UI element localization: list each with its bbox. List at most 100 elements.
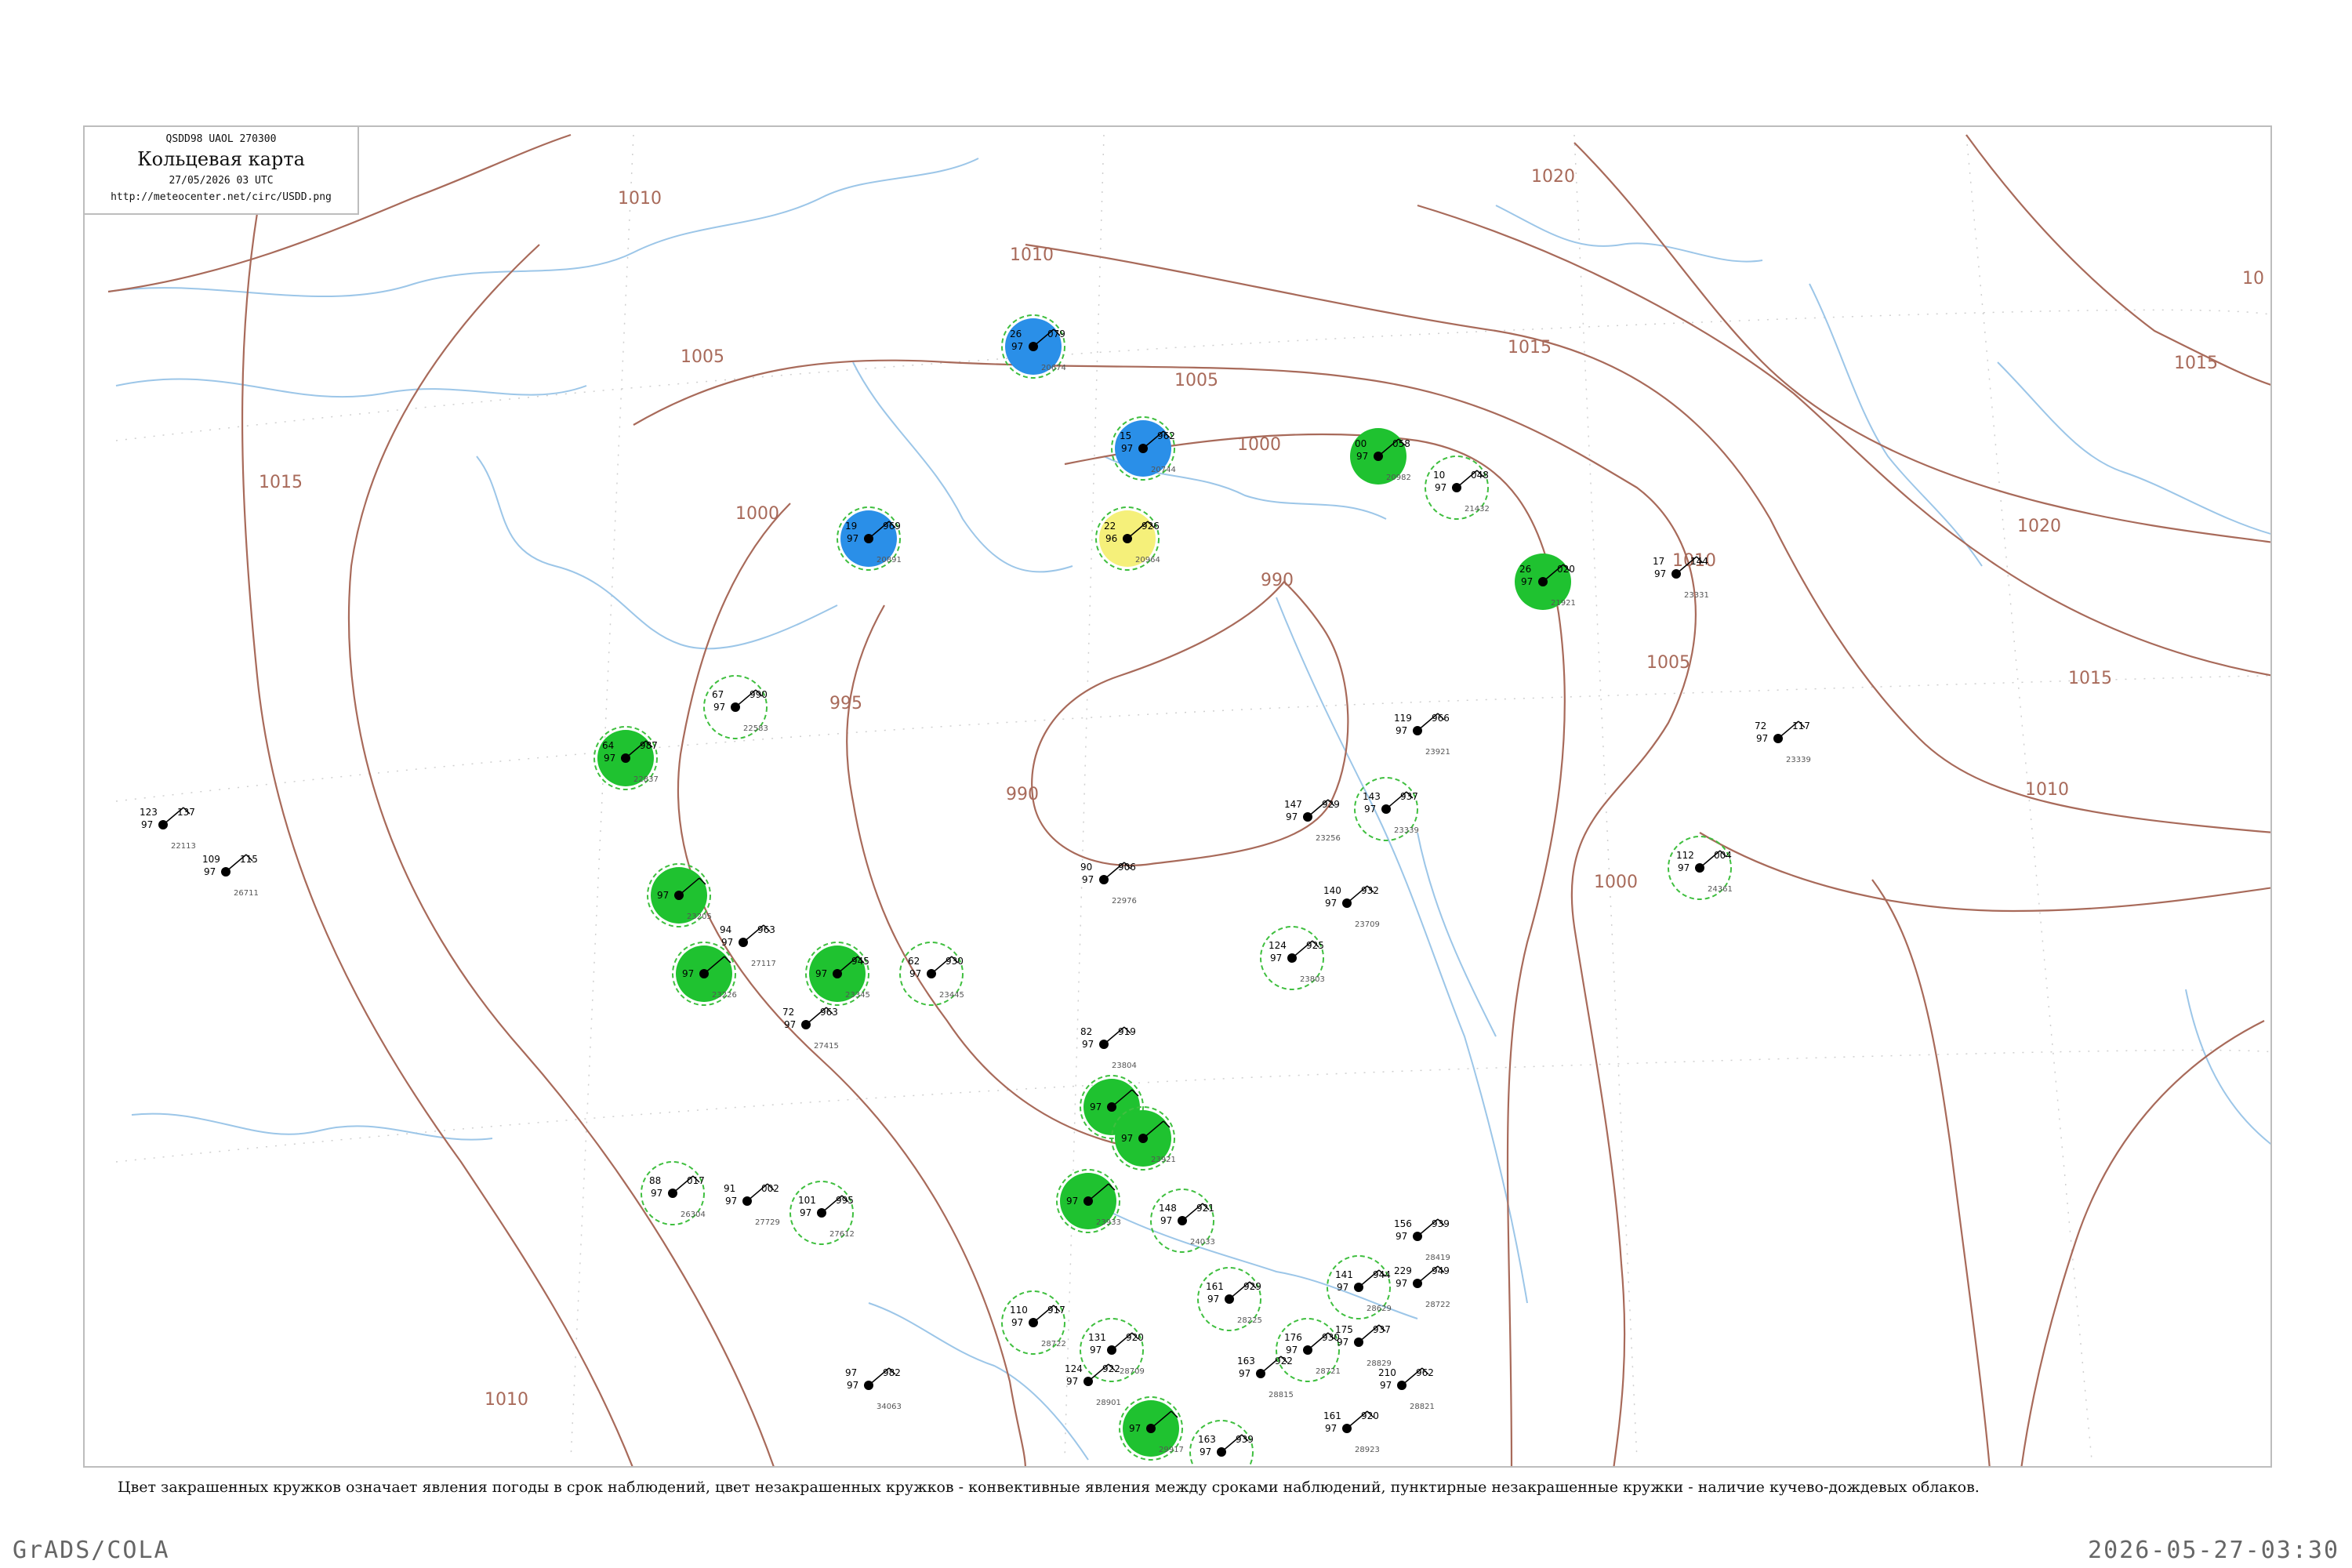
station-cloud-cover: 97 <box>1129 1423 1141 1434</box>
station[interactable]: 962 210 97 28821 <box>1378 1367 1435 1411</box>
station[interactable]: 017 88 97 26304 <box>641 1161 706 1225</box>
station[interactable]: 969 1997 20891 <box>837 506 902 571</box>
station[interactable]: 117 72 97 23339 <box>1755 720 1811 764</box>
station-temperature: 15 <box>1120 430 1131 441</box>
station[interactable]: 020 2697 21921 <box>1515 554 1576 610</box>
station-index: 21921 <box>1551 599 1576 608</box>
station[interactable]: 962 15 97 20744 <box>1111 416 1176 481</box>
isobar-label: 990 <box>1261 571 1294 590</box>
isobar-label: 990 <box>1006 785 1039 804</box>
station-temperature: 140 <box>1323 885 1341 896</box>
station[interactable]: 922 124 97 28901 <box>1065 1363 1121 1407</box>
isobar-label: 1000 <box>735 504 779 524</box>
station-index: 27415 <box>814 1042 839 1051</box>
station-pressure: 920 <box>1126 1332 1144 1343</box>
station[interactable]: 9301769728721 <box>1276 1318 1341 1382</box>
isobar-label: 995 <box>829 694 862 713</box>
station[interactable]: 920 161 97 28923 <box>1323 1410 1380 1454</box>
station[interactable]: 137 12397 22113 <box>140 807 196 851</box>
station[interactable]: 929 14797 23256 <box>1284 799 1341 843</box>
map-title-box: QSDD98 UAOL 270300 Кольцевая карта 27/05… <box>85 127 359 215</box>
station-index: 22837 <box>633 775 659 784</box>
station[interactable]: 917 11097 28722 <box>1001 1290 1066 1355</box>
isobar-1005-e <box>1699 832 2270 913</box>
station[interactable]: 002 91 97 27729 <box>724 1183 780 1227</box>
station[interactable]: 004 11297 24361 <box>1668 836 1733 900</box>
station[interactable]: 945 97 23345 <box>805 942 870 1006</box>
station-cloud-cover: 96 <box>1105 533 1117 544</box>
station-index: 23445 <box>939 991 964 1000</box>
station[interactable]: 115 10997 26711 <box>202 854 259 898</box>
station-temperature: 94 <box>720 924 731 935</box>
station-cloud-cover: 97 <box>1654 568 1666 579</box>
station[interactable]: 929 161 97 28225 <box>1197 1267 1262 1331</box>
station[interactable]: 97 23933 <box>1056 1169 1121 1233</box>
isobar-label: 1010 <box>2025 780 2069 800</box>
isobar-label: 10 <box>2242 269 2264 289</box>
station-temperature: 112 <box>1676 850 1694 861</box>
station-cloud-cover: 97 <box>1396 1231 1407 1242</box>
station-temperature: 141 <box>1335 1269 1353 1280</box>
station[interactable]: 966 11997 23921 <box>1394 713 1450 757</box>
station[interactable]: 987 64 97 22837 <box>593 726 659 790</box>
station-pressure: 932 <box>1361 885 1379 896</box>
station-cloud-cover: 97 <box>1121 443 1133 454</box>
station-cloud-cover: 97 <box>909 968 921 979</box>
station-cloud-cover: 97 <box>1200 1446 1211 1457</box>
station[interactable]: 922 16397 28815 <box>1237 1356 1294 1399</box>
station[interactable]: 9391639729915 <box>1189 1420 1254 1468</box>
station[interactable]: 926 2296 20964 <box>1095 506 1160 571</box>
station[interactable]: 963 7297 27415 <box>782 1007 839 1051</box>
station-pressure: 944 <box>1373 1269 1391 1280</box>
station[interactable]: 944 141 97 28629 <box>1327 1255 1392 1319</box>
station[interactable]: 97 29917 <box>1119 1396 1184 1461</box>
station[interactable]: 058 00 97 20982 <box>1350 428 1411 485</box>
station-pressure: 962 <box>1157 430 1175 441</box>
station-pressure: 966 <box>1432 713 1450 724</box>
station-index: 20744 <box>1151 466 1176 474</box>
station[interactable]: 925 124 97 23803 <box>1260 926 1325 990</box>
circular-weather-map[interactable]: 1010 1010 1005 1005 1000 1000 995 990 99… <box>85 127 2272 1468</box>
map-title: Кольцевая карта <box>137 148 305 170</box>
station[interactable]: 932 140 97 23709 <box>1323 885 1380 929</box>
isobar-1010-se <box>2020 1020 2265 1466</box>
station[interactable]: 919 82 97 23804 <box>1080 1026 1137 1070</box>
isobar-label: 1010 <box>1010 245 1054 265</box>
station-cloud-cover: 97 <box>1066 1376 1078 1387</box>
station-cloud-cover: 97 <box>1435 482 1446 493</box>
station-temperature: 64 <box>602 740 614 751</box>
station[interactable]: 921 14897 24033 <box>1150 1189 1215 1253</box>
station[interactable]: 930 6297 23445 <box>899 942 964 1006</box>
station-index: 28709 <box>1120 1367 1145 1376</box>
station[interactable]: 079 26 97 20674 <box>1001 314 1066 379</box>
station-pressure: 002 <box>761 1183 779 1194</box>
station[interactable]: 9371759728829 <box>1335 1324 1392 1368</box>
station[interactable]: 990 67 97 22583 <box>703 675 768 739</box>
station[interactable]: 939 156 97 28419 <box>1394 1218 1450 1262</box>
station-temperature: 124 <box>1269 940 1287 951</box>
station-pressure: 937 <box>1373 1324 1391 1335</box>
station[interactable]: 048 1097 21432 <box>1425 456 1490 520</box>
rivers-and-coasts <box>107 158 2270 1461</box>
isobar-label: 1020 <box>2017 517 2061 536</box>
station-pressure: 995 <box>836 1195 854 1206</box>
station-pressure: 004 <box>1714 850 1732 861</box>
station-temperature: 119 <box>1394 713 1412 724</box>
station-index: 28722 <box>1041 1340 1066 1348</box>
legend-caption: Цвет закрашенных кружков означает явлени… <box>118 1479 1980 1496</box>
station[interactable]: 906 9097 22976 <box>1080 862 1137 906</box>
station-pressure: 937 <box>1400 791 1418 802</box>
station-index: 28722 <box>1425 1301 1450 1309</box>
station[interactable]: 97 23205 <box>647 863 712 927</box>
station[interactable]: 937 143 97 23339 <box>1354 777 1419 841</box>
station-cloud-cover: 97 <box>725 1196 737 1207</box>
station[interactable]: 995 10197 27612 <box>789 1181 855 1245</box>
station-cloud-cover: 97 <box>1521 576 1533 587</box>
station[interactable]: 97 23226 <box>672 942 737 1006</box>
station-cloud-cover: 97 <box>847 533 858 544</box>
station-index: 23205 <box>687 913 712 921</box>
graticule <box>115 134 2270 1461</box>
station-cloud-cover: 97 <box>1090 1102 1102 1112</box>
station[interactable]: 982 97 97 34063 <box>845 1367 902 1411</box>
station[interactable]: 949 229 97 28722 <box>1394 1265 1450 1309</box>
